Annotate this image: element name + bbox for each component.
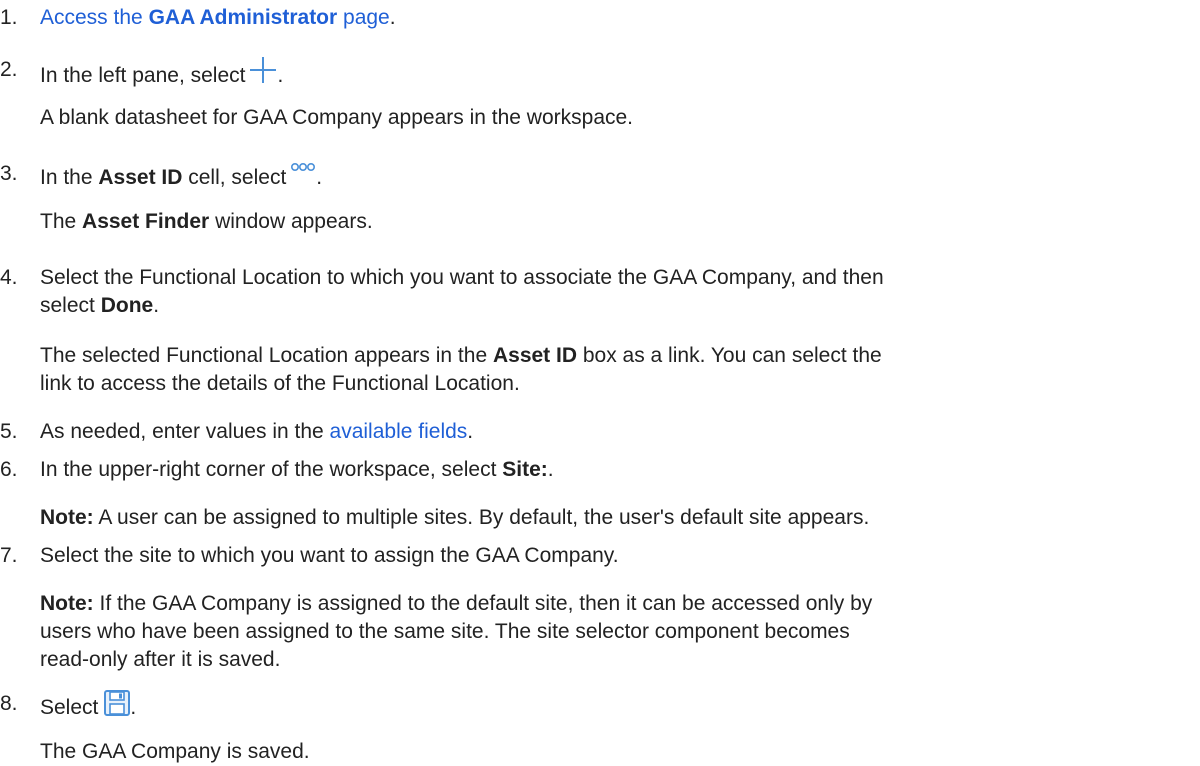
step-number: 4. <box>0 266 18 289</box>
step-result-line-1: The selected Functional Location appears… <box>40 342 882 370</box>
step-result: The GAA Company is saved. <box>40 740 310 763</box>
save-icon <box>104 690 131 716</box>
step-number: 7. <box>0 544 18 567</box>
result-text: The selected Functional Location appears… <box>40 344 493 367</box>
punctuation: . <box>130 696 137 719</box>
gaa-administrator-link[interactable]: Access the GAA Administrator page <box>40 6 390 29</box>
instruction-text: In the upper-right corner of the workspa… <box>40 458 503 481</box>
result-text: window appears. <box>209 210 373 233</box>
punctuation: . <box>467 420 474 443</box>
available-fields-link[interactable]: available fields <box>330 420 468 443</box>
instruction-text: As needed, enter values in the <box>40 420 330 443</box>
ellipsis-dots-icon <box>291 162 316 172</box>
note-text: If the GAA Company is assigned to the de… <box>93 592 873 615</box>
done-label: Done <box>100 294 154 317</box>
instruction-text: In the <box>40 166 99 189</box>
link-pre-text[interactable]: Access the <box>40 6 149 29</box>
note-label: Note: <box>40 592 94 615</box>
step-text: In the upper-right corner of the workspa… <box>40 456 554 484</box>
step-text: Select. <box>40 690 136 722</box>
asset-id-label: Asset ID <box>98 166 183 189</box>
step-result: The Asset Finder window appears. <box>40 208 373 236</box>
step-note: Note: A user can be assigned to multiple… <box>40 504 869 532</box>
punctuation: . <box>389 6 396 29</box>
step-text: As needed, enter values in the available… <box>40 418 473 446</box>
instruction-text: select <box>40 294 101 317</box>
asset-id-label: Asset ID <box>492 344 577 367</box>
instruction-text: In the left pane, select <box>40 64 246 87</box>
step-number: 2. <box>0 58 18 81</box>
instruction-text: Select <box>40 696 99 719</box>
punctuation: . <box>153 294 160 317</box>
punctuation: . <box>277 64 284 87</box>
step-result: A blank datasheet for GAA Company appear… <box>40 106 634 129</box>
step-note-line-1: Note: If the GAA Company is assigned to … <box>40 590 872 618</box>
note-text: A user can be assigned to multiple sites… <box>93 506 870 529</box>
step-text: Select the site to which you want to ass… <box>40 544 619 567</box>
step-number: 1. <box>0 6 18 29</box>
step-number: 6. <box>0 458 18 481</box>
step-result-line-2: link to access the details of the Functi… <box>40 372 520 395</box>
note-label: Note: <box>40 506 94 529</box>
step-number: 5. <box>0 420 18 443</box>
result-text: The <box>40 210 83 233</box>
step-text: In the left pane, select. <box>40 56 283 90</box>
punctuation: . <box>316 166 323 189</box>
punctuation: . <box>547 458 554 481</box>
step-text-line-1: Select the Functional Location to which … <box>40 266 884 289</box>
step-text: In the Asset ID cell, select. <box>40 160 322 192</box>
step-text-line-2: select Done. <box>40 292 159 320</box>
step-note-line-2: users who have been assigned to the same… <box>40 620 850 643</box>
step-number: 3. <box>0 162 18 185</box>
link-bold-text[interactable]: GAA Administrator <box>149 6 338 29</box>
result-text: box as a link. You can select the <box>577 344 882 367</box>
link-post-text[interactable]: page <box>337 6 390 29</box>
plus-icon <box>250 57 277 83</box>
step-note-line-3: read-only after it is saved. <box>40 648 281 671</box>
instruction-text: cell, select <box>182 166 287 189</box>
step-text: Access the GAA Administrator page. <box>40 4 396 32</box>
asset-finder-label: Asset Finder <box>82 210 210 233</box>
site-label: Site: <box>502 458 548 481</box>
step-number: 8. <box>0 692 18 715</box>
